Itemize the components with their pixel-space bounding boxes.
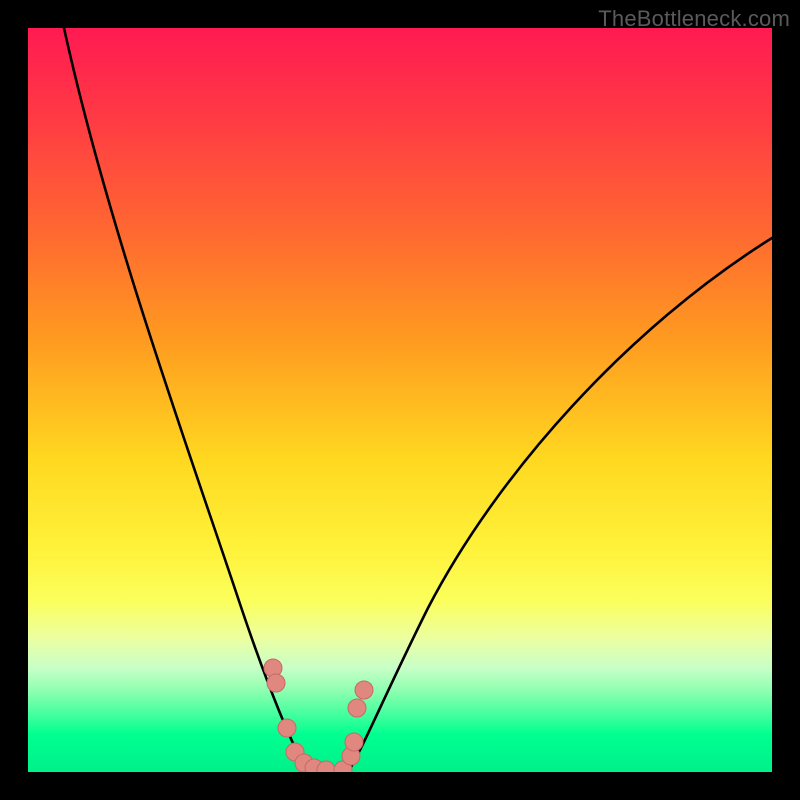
watermark-text: TheBottleneck.com (598, 6, 790, 32)
chart-svg (28, 28, 772, 772)
marker-cluster-left (264, 659, 335, 772)
right-curve (348, 238, 772, 772)
marker-cluster-right (334, 681, 373, 772)
chart-frame: TheBottleneck.com (0, 0, 800, 800)
chart-plot-area (28, 28, 772, 772)
